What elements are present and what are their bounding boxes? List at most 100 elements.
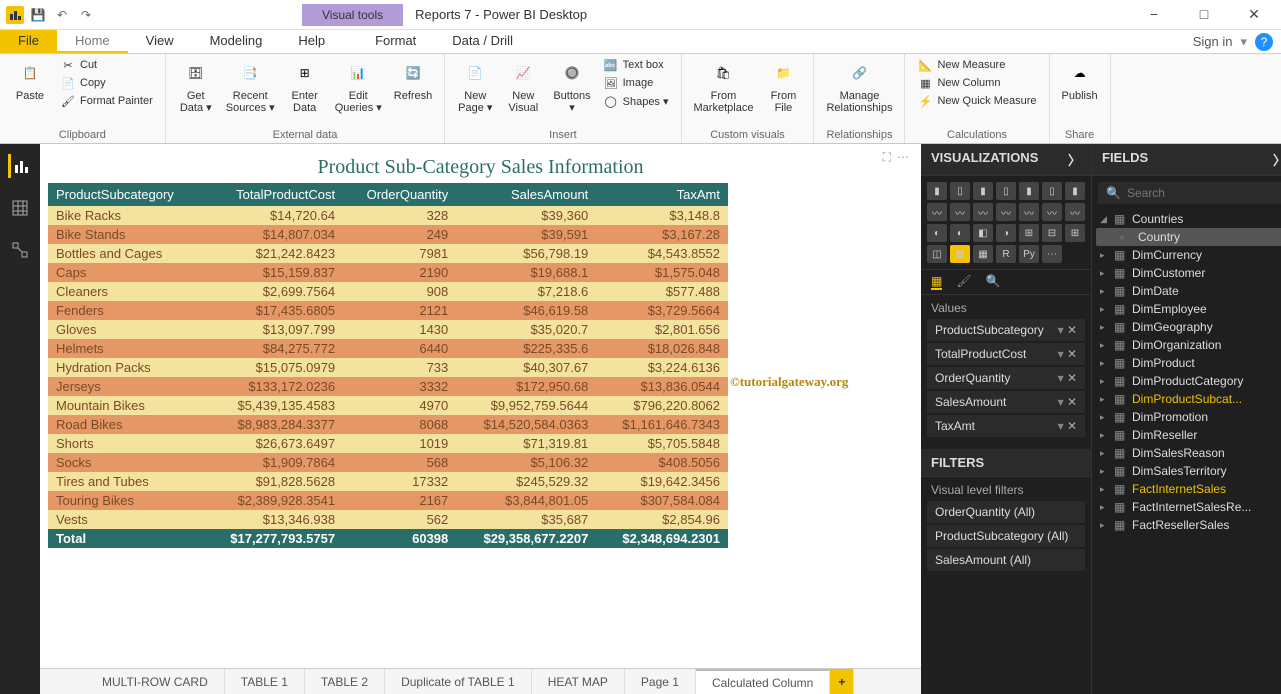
field-table[interactable]: ▸▦DimGeography [1096,318,1281,336]
add-page-button[interactable]: + [830,669,854,694]
field-column[interactable]: ▫Country [1096,228,1281,246]
remove-icon[interactable]: ✕ [1067,419,1077,433]
column-header[interactable]: TaxAmt [596,183,728,206]
viz-type-button[interactable]: ◐ [927,224,947,242]
field-table[interactable]: ▸▦DimCustomer [1096,264,1281,282]
manage-relationships-button[interactable]: 🔗Manage Relationships [822,56,896,116]
filter-item[interactable]: OrderQuantity (All) [927,501,1085,523]
report-canvas[interactable]: ⛶ ⋯ Product Sub-Category Sales Informati… [40,144,921,694]
close-button[interactable]: ✕ [1239,6,1269,23]
value-well[interactable]: SalesAmount▾ ✕ [927,391,1085,413]
tab-home[interactable]: Home [57,30,128,53]
viz-type-button[interactable]: ⋯ [1042,245,1062,263]
edit-queries-button[interactable]: 📊Edit Queries ▾ [331,56,386,116]
expand-icon[interactable]: ▸ [1100,340,1110,351]
tab-view[interactable]: View [128,30,192,53]
viz-type-button[interactable]: ▯ [950,182,970,200]
viz-type-button[interactable]: ⊞ [1019,224,1039,242]
viz-type-button[interactable]: 〰 [927,203,947,221]
new-measure-button[interactable]: 📐New Measure [913,56,1040,74]
expand-icon[interactable]: ▸ [1100,358,1110,369]
viz-type-button[interactable]: 〰 [950,203,970,221]
focus-mode-icon[interactable]: ⛶ [883,150,891,165]
field-table[interactable]: ▸▦DimOrganization [1096,336,1281,354]
viz-type-button[interactable]: ⊞ [1065,224,1085,242]
viz-type-button[interactable]: Py [1019,245,1039,263]
format-tab-icon[interactable]: 🖌 [956,274,971,290]
remove-icon[interactable]: ✕ [1067,347,1077,361]
value-well[interactable]: ProductSubcategory▾ ✕ [927,319,1085,341]
chevron-down-icon[interactable]: ▾ [1240,34,1247,50]
field-table[interactable]: ▸▦DimPromotion [1096,408,1281,426]
expand-icon[interactable]: ▸ [1100,304,1110,315]
help-icon[interactable]: ? [1255,33,1273,51]
expand-icon[interactable]: ▸ [1100,250,1110,261]
field-table[interactable]: ▸▦DimProduct [1096,354,1281,372]
viz-type-button[interactable]: ◧ [973,224,993,242]
tab-format[interactable]: Format [357,30,434,53]
analytics-tab-icon[interactable]: 🔍 [986,274,1001,290]
viz-type-button[interactable]: ▯ [996,182,1016,200]
viz-type-button[interactable]: ◐ [950,224,970,242]
page-tab[interactable]: Calculated Column [696,669,830,694]
viz-type-button[interactable]: ▦ [950,245,970,263]
tab-data-drill[interactable]: Data / Drill [434,30,531,53]
new-page-button[interactable]: 📄New Page ▾ [453,56,497,116]
expand-icon[interactable]: ▸ [1100,502,1110,513]
from-file-button[interactable]: 📁From File [761,56,805,116]
format-painter-button[interactable]: 🖌Format Painter [56,92,157,110]
collapse-icon[interactable]: 〉 [1273,150,1281,169]
filter-item[interactable]: ProductSubcategory (All) [927,525,1085,547]
fields-tab-icon[interactable]: ▦ [931,274,942,290]
viz-type-button[interactable]: 〰 [973,203,993,221]
page-tab[interactable]: Page 1 [625,669,696,694]
page-tab[interactable]: TABLE 1 [225,669,305,694]
report-view-icon[interactable] [8,154,32,178]
field-table[interactable]: ▸▦DimProductSubcat... [1096,390,1281,408]
image-button[interactable]: 🖼Image [599,74,673,92]
viz-type-button[interactable]: ◑ [996,224,1016,242]
paste-button[interactable]: 📋Paste [8,56,52,104]
page-tab[interactable]: Duplicate of TABLE 1 [385,669,532,694]
search-box[interactable]: 🔍 [1098,182,1281,204]
expand-icon[interactable]: ▸ [1100,448,1110,459]
viz-type-button[interactable]: ⊟ [1042,224,1062,242]
expand-icon[interactable]: ▸ [1100,484,1110,495]
field-table[interactable]: ▸▦FactInternetSalesRe... [1096,498,1281,516]
value-well[interactable]: OrderQuantity▾ ✕ [927,367,1085,389]
tab-file[interactable]: File [0,30,57,53]
redo-icon[interactable]: ↷ [76,5,96,25]
expand-icon[interactable]: ▸ [1100,466,1110,477]
value-well[interactable]: TaxAmt▾ ✕ [927,415,1085,437]
text-box-button[interactable]: 🔤Text box [599,56,673,74]
field-table[interactable]: ▸▦DimEmployee [1096,300,1281,318]
expand-icon[interactable]: ▸ [1100,286,1110,297]
new-visual-button[interactable]: 📈New Visual [501,56,545,116]
viz-type-button[interactable]: ▮ [1065,182,1085,200]
viz-type-button[interactable]: 〰 [1019,203,1039,221]
expand-icon[interactable]: ▸ [1100,520,1110,531]
more-options-icon[interactable]: ⋯ [897,150,909,165]
field-table[interactable]: ▸▦FactResellerSales [1096,516,1281,534]
get-data-button[interactable]: 🗄Get Data ▾ [174,56,218,116]
viz-type-button[interactable]: 〰 [996,203,1016,221]
collapse-icon[interactable]: 〉 [1068,150,1081,169]
field-table[interactable]: ▸▦DimReseller [1096,426,1281,444]
column-header[interactable]: OrderQuantity [343,183,456,206]
page-tab[interactable]: HEAT MAP [532,669,625,694]
save-icon[interactable]: 💾 [28,5,48,25]
maximize-button[interactable]: □ [1189,6,1219,23]
cut-button[interactable]: ✂Cut [56,56,157,74]
enter-data-button[interactable]: ⊞Enter Data [283,56,327,116]
data-view-icon[interactable] [8,196,32,220]
column-header[interactable]: TotalProductCost [203,183,343,206]
viz-type-button[interactable]: R [996,245,1016,263]
sign-in-link[interactable]: Sign in [1193,34,1233,49]
remove-icon[interactable]: ✕ [1067,323,1077,337]
undo-icon[interactable]: ↶ [52,5,72,25]
search-input[interactable] [1127,186,1281,200]
viz-type-button[interactable]: ▮ [973,182,993,200]
viz-type-button[interactable]: ▮ [1019,182,1039,200]
viz-type-button[interactable]: ▮ [927,182,947,200]
expand-icon[interactable]: ▸ [1100,430,1110,441]
